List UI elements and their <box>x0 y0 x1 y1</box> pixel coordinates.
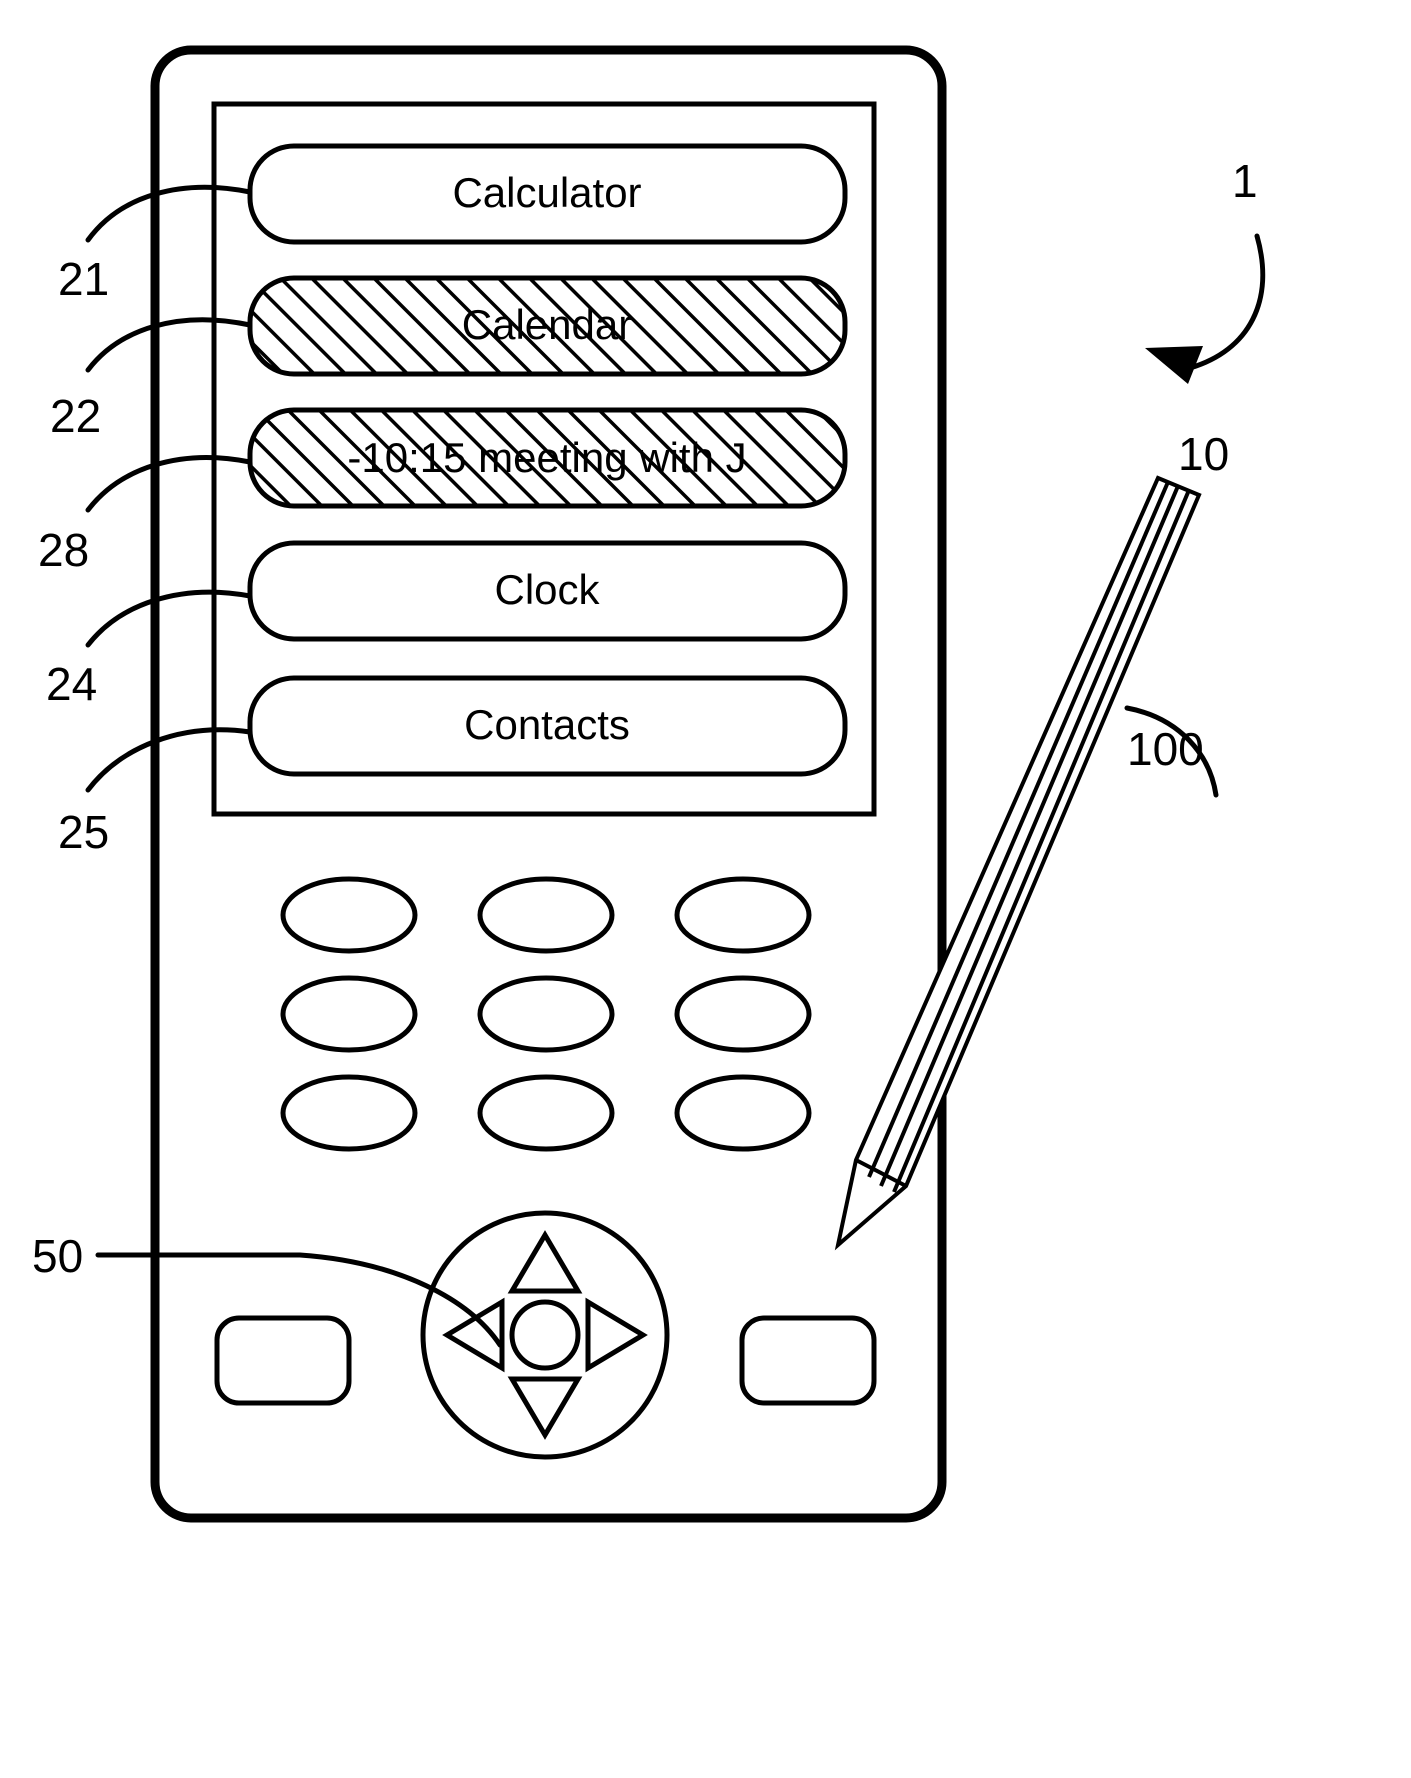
patent-figure: Calculator Calendar -10:15 meeting with … <box>0 0 1411 1778</box>
reference-numeral-10: 10 <box>1178 428 1229 480</box>
reference-numeral-21: 21 <box>58 253 109 305</box>
reference-numeral-24: 24 <box>46 658 97 710</box>
keypad-key[interactable] <box>674 975 812 1053</box>
navigation-pad[interactable] <box>420 1210 670 1460</box>
nav-center-icon[interactable] <box>509 1299 581 1371</box>
menu-item-label: Clock <box>494 566 600 613</box>
soft-key-left[interactable] <box>214 1315 352 1406</box>
menu-item-appointment[interactable]: -10:15 meeting with J <box>247 407 848 509</box>
keypad <box>280 876 812 1152</box>
keypad-key[interactable] <box>477 1074 615 1152</box>
menu-item-label: Calculator <box>452 169 641 216</box>
menu-item-calculator[interactable]: Calculator <box>247 143 848 245</box>
reference-numeral-1: 1 <box>1232 155 1258 207</box>
keypad-key[interactable] <box>477 975 615 1053</box>
keypad-key[interactable] <box>477 876 615 954</box>
menu-item-calendar[interactable]: Calendar <box>247 275 848 377</box>
soft-key-right[interactable] <box>739 1315 877 1406</box>
keypad-key[interactable] <box>674 1074 812 1152</box>
reference-numeral-100: 100 <box>1127 723 1204 775</box>
menu-item-label: -10:15 meeting with J <box>347 434 746 481</box>
reference-numeral-50: 50 <box>32 1230 83 1282</box>
menu-item-label: Calendar <box>462 301 632 348</box>
reference-numeral-28: 28 <box>38 524 89 576</box>
menu-item-contacts[interactable]: Contacts <box>247 675 848 777</box>
device-callout-arrow <box>1145 233 1266 384</box>
reference-numeral-25: 25 <box>58 806 109 858</box>
menu-item-clock[interactable]: Clock <box>247 540 848 642</box>
keypad-key[interactable] <box>280 1074 418 1152</box>
reference-numeral-22: 22 <box>50 390 101 442</box>
menu-item-label: Contacts <box>464 701 630 748</box>
figure-canvas: Calculator Calendar -10:15 meeting with … <box>32 45 1266 1523</box>
keypad-key[interactable] <box>674 876 812 954</box>
keypad-key[interactable] <box>280 876 418 954</box>
arrow-head-1 <box>1145 346 1203 384</box>
keypad-key[interactable] <box>280 975 418 1053</box>
